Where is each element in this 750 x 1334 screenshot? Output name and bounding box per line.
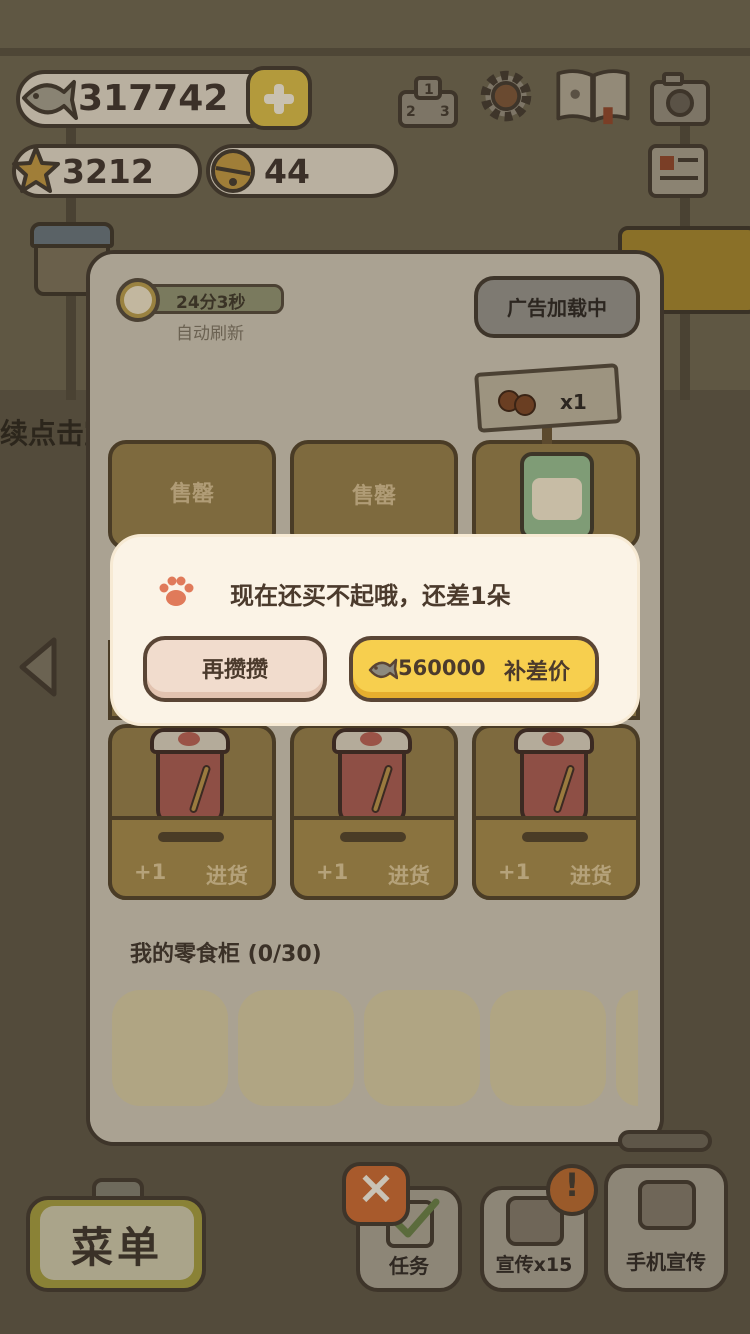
snack-cabinet-cell[interactable] bbox=[490, 990, 606, 1106]
bell-count: 44 bbox=[264, 152, 310, 191]
star-icon bbox=[12, 146, 60, 193]
shop-roof-icon bbox=[30, 222, 114, 248]
phone-promo-label: 手机宣传 bbox=[626, 1250, 706, 1274]
camera-icon[interactable] bbox=[648, 68, 712, 128]
clock-face bbox=[124, 286, 152, 314]
background-beam bbox=[0, 48, 750, 56]
restock-button[interactable]: 进货 bbox=[206, 860, 248, 890]
newspaper-icon[interactable] bbox=[646, 140, 710, 200]
drawer-handle bbox=[340, 832, 406, 842]
gear-icon[interactable] bbox=[474, 66, 538, 126]
phone-icon bbox=[638, 1180, 696, 1230]
add-fish-button[interactable] bbox=[246, 66, 312, 130]
refresh-timer-label: 自动刷新 bbox=[176, 324, 244, 344]
drawer-handle bbox=[158, 832, 224, 842]
restock-plus: +1 bbox=[498, 860, 531, 884]
restock-button[interactable]: 进货 bbox=[388, 860, 430, 890]
bell-icon bbox=[211, 149, 255, 193]
ad-refresh-label: 广告加载中 bbox=[507, 296, 607, 320]
panel-scroll-tab[interactable] bbox=[618, 1130, 712, 1152]
refresh-timer-text: 24分3秒 bbox=[176, 293, 246, 313]
noodle-cup-icon bbox=[332, 728, 412, 826]
svg-text:3: 3 bbox=[440, 104, 450, 120]
price-tag bbox=[474, 363, 622, 433]
restock-button[interactable]: 进货 bbox=[570, 860, 612, 890]
fish-count: 317742 bbox=[78, 78, 229, 119]
book-icon[interactable] bbox=[552, 66, 634, 126]
star-count: 3212 bbox=[62, 152, 154, 191]
alert-icon: ! bbox=[564, 1166, 580, 1204]
snack-cabinet-cell[interactable] bbox=[238, 990, 354, 1106]
noodle-cup-icon bbox=[150, 728, 230, 826]
promo-label: 宣传x15 bbox=[495, 1254, 573, 1276]
snack-cabinet-cell[interactable] bbox=[364, 990, 480, 1106]
snack-cabinet-cell[interactable] bbox=[616, 990, 638, 1106]
slot-drawer bbox=[472, 816, 640, 900]
fish-icon bbox=[368, 658, 398, 680]
restock-plus: +1 bbox=[316, 860, 349, 884]
slot-drawer bbox=[290, 816, 458, 900]
paw-icon bbox=[159, 576, 194, 606]
left-arrow-icon[interactable] bbox=[16, 636, 60, 698]
save-more-label: 再攒攒 bbox=[201, 658, 268, 683]
popup-message: 现在还买不起哦，还差1朵 bbox=[230, 582, 511, 610]
slot-drawer bbox=[108, 816, 276, 900]
svg-text:1: 1 bbox=[424, 82, 434, 98]
price-tag-quantity: x1 bbox=[560, 390, 587, 414]
pay-amount: 560000 bbox=[398, 656, 486, 680]
fish-icon bbox=[22, 80, 78, 120]
snack-cabinet-cell[interactable] bbox=[112, 990, 228, 1106]
drawer-handle bbox=[522, 832, 588, 842]
svg-text:2: 2 bbox=[406, 104, 416, 120]
snack-cabinet-title: 我的零食柜 (0/30) bbox=[130, 942, 322, 967]
sold-out-label: 售罄 bbox=[169, 482, 214, 507]
ranking-icon[interactable]: 1 2 3 bbox=[396, 70, 460, 130]
jar-label bbox=[532, 478, 582, 520]
pay-difference-label: 补差价 bbox=[504, 660, 571, 685]
restock-plus: +1 bbox=[134, 860, 167, 884]
cookie-icon bbox=[514, 394, 536, 416]
task-label: 任务 bbox=[389, 1254, 429, 1278]
sold-out-label: 售罄 bbox=[351, 484, 396, 509]
close-icon: × bbox=[356, 1160, 396, 1214]
noodle-cup-icon bbox=[514, 728, 594, 826]
menu-label: 菜单 bbox=[70, 1223, 163, 1272]
